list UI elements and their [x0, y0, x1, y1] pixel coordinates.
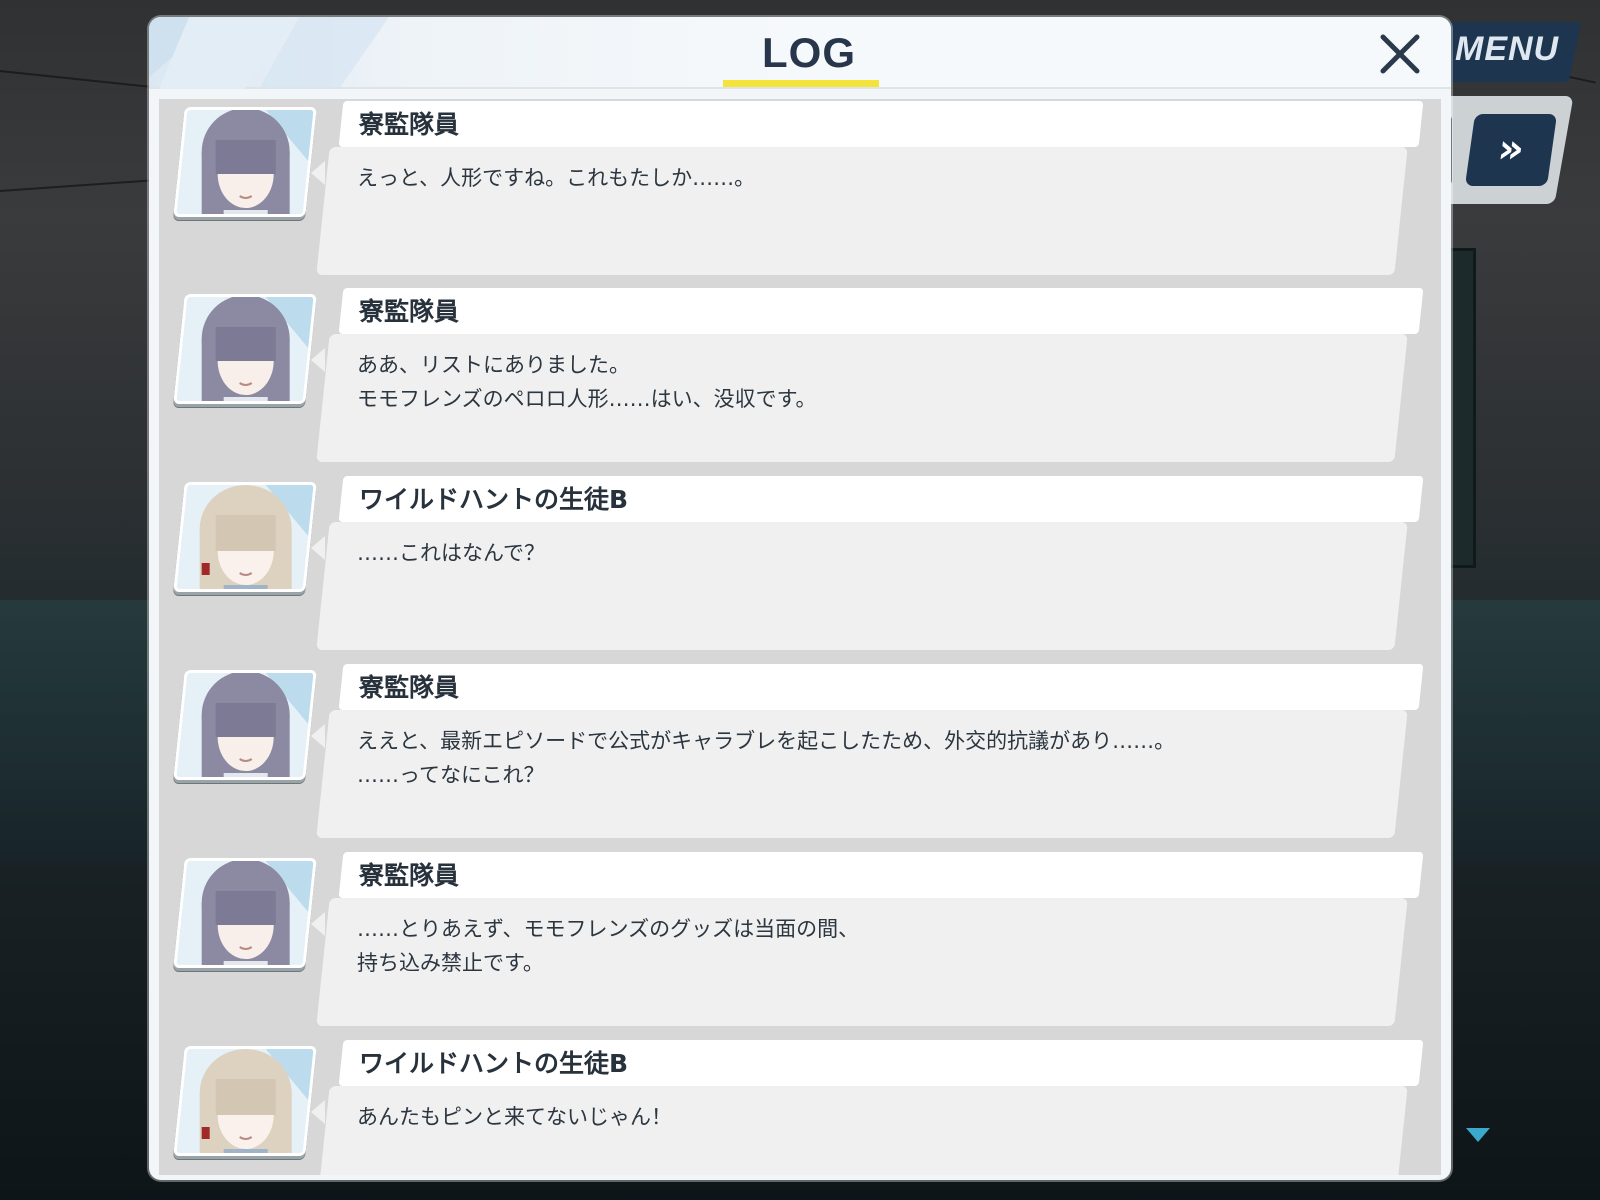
triangle-down-icon — [1466, 1128, 1490, 1142]
dorm-supervisor-avatar — [173, 294, 317, 404]
close-icon — [1380, 34, 1420, 74]
portrait-image — [175, 297, 316, 404]
bubble-pointer — [311, 724, 325, 748]
log-entry[interactable]: 寮監隊員 ええと、最新エピソードで公式がキャラブレを起こしたため、外交的抗議があ… — [159, 664, 1441, 840]
dorm-supervisor-avatar — [173, 107, 317, 217]
log-dialog: LOG 寮監隊員 えっと、人形ですね。これもたしか……。 寮監隊員 ああ、リスト… — [149, 17, 1451, 1180]
log-entry[interactable]: 寮監隊員 ああ、リストにありました。 モモフレンズのペロロ人形……はい、没収です… — [159, 288, 1441, 464]
student-b-avatar — [173, 482, 317, 592]
student-b-avatar — [173, 1046, 317, 1156]
log-entry-list[interactable]: 寮監隊員 えっと、人形ですね。これもたしか……。 寮監隊員 ああ、リストにありま… — [159, 99, 1441, 1175]
speaker-name: 寮監隊員 — [359, 110, 460, 139]
portrait-image — [175, 1049, 316, 1156]
header-decoration — [149, 17, 389, 89]
log-entry[interactable]: 寮監隊員 ……とりあえず、モモフレンズのグッズは当面の間、 持ち込み禁止です。 — [159, 852, 1441, 1028]
bubble-pointer — [311, 912, 325, 936]
speaker-name: 寮監隊員 — [359, 297, 460, 326]
bubble-pointer — [311, 161, 325, 185]
speaker-name-tab — [338, 101, 1424, 147]
dialogue-text: ……これはなんで？ — [357, 541, 545, 565]
speaker-name-tab — [338, 288, 1424, 334]
menu-label[interactable]: MENU — [1455, 30, 1575, 74]
bubble-pointer — [311, 536, 325, 560]
dorm-supervisor-avatar — [173, 670, 317, 780]
double-chevron-right-icon: » — [1494, 126, 1528, 172]
portrait-image — [175, 673, 316, 780]
fast-forward-button[interactable]: » — [1464, 114, 1558, 186]
log-entry[interactable]: ワイルドハントの生徒B ……これはなんで？ — [159, 476, 1441, 652]
speaker-name: ワイルドハントの生徒B — [359, 485, 629, 514]
speaker-name-tab — [338, 664, 1424, 710]
log-title-underline — [723, 80, 879, 87]
portrait-image — [175, 110, 316, 217]
portrait-image — [175, 485, 316, 592]
bubble-pointer — [311, 1100, 325, 1124]
dialogue-text: ……とりあえず、モモフレンズのグッズは当面の間、 持ち込み禁止です。 — [357, 917, 860, 975]
speaker-name: 寮監隊員 — [359, 861, 460, 890]
close-button[interactable] — [1369, 25, 1429, 85]
speaker-name-tab — [338, 852, 1424, 898]
dialogue-text: ええと、最新エピソードで公式がキャラブレを起こしたため、外交的抗議があり……。 … — [357, 729, 1176, 787]
log-header: LOG — [149, 17, 1451, 89]
log-title: LOG — [762, 29, 856, 76]
log-entry[interactable]: 寮監隊員 えっと、人形ですね。これもたしか……。 — [159, 101, 1441, 277]
bubble-pointer — [311, 348, 325, 372]
portrait-image — [175, 861, 316, 968]
log-entry[interactable]: ワイルドハントの生徒B あんたもピンと来てないじゃん！ — [159, 1040, 1441, 1175]
dorm-supervisor-avatar — [173, 858, 317, 968]
dialogue-text: あんたもピンと来てないじゃん！ — [357, 1105, 672, 1129]
dialogue-text: えっと、人形ですね。これもたしか……。 — [357, 166, 756, 190]
speaker-name: ワイルドハントの生徒B — [359, 1049, 629, 1078]
speaker-name: 寮監隊員 — [359, 673, 460, 702]
dialogue-text: ああ、リストにありました。 モモフレンズのペロロ人形……はい、没収です。 — [357, 353, 817, 411]
